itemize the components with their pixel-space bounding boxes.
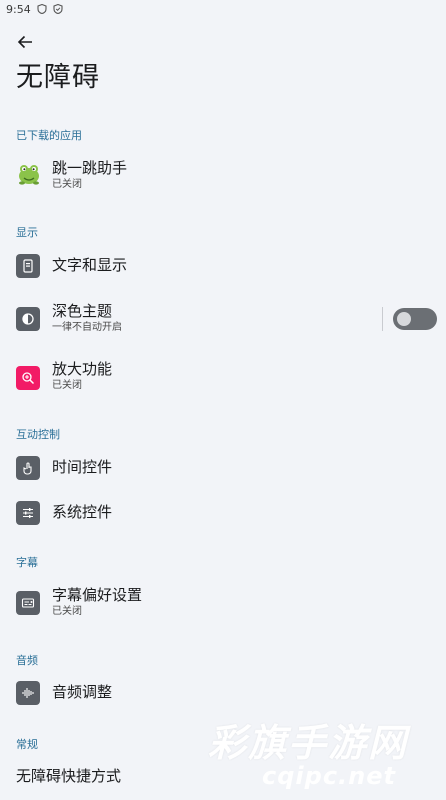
item-subtitle: 已关闭 (52, 380, 82, 391)
item-text-and-display[interactable]: 文字和显示 (0, 248, 446, 284)
section-header-general: 常规 (16, 738, 38, 751)
page-title: 无障碍 (16, 62, 100, 93)
item-title: 文字和显示 (52, 256, 128, 274)
status-bar: 9:54 (0, 0, 446, 18)
item-title: 字幕偏好设置 (52, 586, 143, 604)
section-header-display: 显示 (16, 226, 38, 239)
closed-caption-icon (16, 591, 40, 615)
frog-app-icon (16, 161, 42, 187)
dark-theme-icon (16, 307, 40, 331)
watermark-url: cqipc.net (262, 762, 396, 790)
section-header-interaction-control: 互动控制 (16, 428, 60, 441)
item-title: 深色主题 (52, 302, 113, 320)
toggle-knob (397, 312, 411, 326)
item-title: 无障碍快捷方式 (16, 767, 122, 785)
item-title: 系统控件 (52, 503, 113, 521)
item-title: 音频调整 (52, 683, 113, 701)
magnify-icon (16, 366, 40, 390)
section-header-captions: 字幕 (16, 556, 38, 569)
item-magnification[interactable]: 放大功能 已关闭 (0, 356, 446, 400)
touch-hand-icon (16, 456, 40, 480)
item-subtitle: 已关闭 (52, 179, 82, 190)
dark-theme-toggle[interactable] (393, 308, 437, 330)
arrow-back-icon (17, 35, 32, 49)
item-subtitle: 已关闭 (52, 606, 82, 617)
item-title: 跳一跳助手 (52, 159, 128, 177)
shield-icon (37, 3, 47, 15)
item-caption-preferences[interactable]: 字幕偏好设置 已关闭 (0, 581, 446, 625)
item-subtitle: 一律不自动开启 (52, 322, 122, 333)
accessibility-settings-screen: 9:54 无障碍 已下载的应用 跳一跳助手 已关闭 显示 文字和显示 深色主题 … (0, 0, 446, 800)
status-time: 9:54 (6, 2, 31, 16)
item-timing-controls[interactable]: 时间控件 (0, 450, 446, 486)
sliders-icon (16, 501, 40, 525)
item-dark-theme[interactable]: 深色主题 一律不自动开启 (0, 298, 446, 342)
item-audio-adjustment[interactable]: 音频调整 (0, 675, 446, 711)
section-header-audio: 音频 (16, 654, 38, 667)
item-title: 时间控件 (52, 458, 113, 476)
item-jump-helper[interactable]: 跳一跳助手 已关闭 (0, 153, 446, 197)
shield-check-icon (53, 3, 63, 15)
item-title: 放大功能 (52, 360, 113, 378)
divider (382, 307, 383, 331)
audio-waveform-icon (16, 681, 40, 705)
item-system-controls[interactable]: 系统控件 (0, 495, 446, 531)
text-display-icon (16, 254, 40, 278)
watermark-logo: 彩旗手游网 (208, 721, 409, 765)
section-header-downloaded-apps: 已下载的应用 (16, 129, 82, 142)
back-button[interactable] (12, 30, 38, 54)
